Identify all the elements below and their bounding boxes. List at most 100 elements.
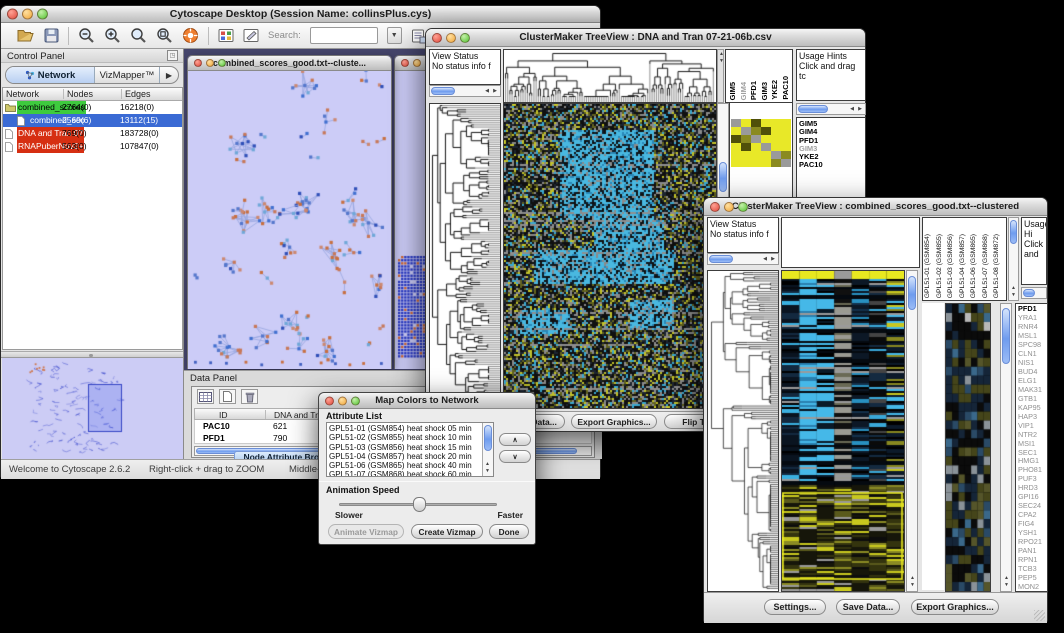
row-dendrogram-canvas[interactable] (708, 271, 778, 591)
new-attribute-icon[interactable] (219, 389, 236, 404)
export-graphics-button[interactable]: Export Graphics... (911, 599, 999, 615)
close-icon[interactable] (7, 9, 18, 20)
view-status-hscrollbar[interactable]: ◀▶ (707, 253, 779, 265)
tab-overflow-arrow[interactable]: ▶ (160, 67, 178, 83)
attribute-list-item[interactable]: GPL51-07 (GSM868) heat shock 60 min (329, 470, 480, 477)
matrix-cell[interactable] (761, 143, 771, 151)
tab-network[interactable]: Network (6, 67, 95, 83)
edit-network-icon[interactable] (243, 28, 259, 43)
row-dendrogram-canvas[interactable] (430, 104, 500, 408)
zoom-out-icon[interactable] (78, 27, 95, 44)
network-view-canvas-1[interactable] (188, 71, 391, 369)
save-session-icon[interactable] (44, 28, 59, 43)
matrix-cell[interactable] (731, 135, 741, 143)
attribute-list-vscrollbar[interactable]: ▲▼ (482, 423, 493, 476)
close-icon[interactable] (194, 59, 202, 67)
matrix-cell[interactable] (781, 127, 791, 135)
minimize-icon[interactable] (22, 9, 33, 20)
attribute-select-icon[interactable] (197, 389, 214, 404)
zoom-heatmap-canvas[interactable] (946, 304, 990, 591)
float-panel-icon[interactable]: ◳ (167, 50, 178, 61)
move-down-button[interactable]: ∨ (499, 450, 531, 463)
matrix-cell[interactable] (751, 119, 761, 127)
column-dendrogram-canvas[interactable] (504, 50, 716, 102)
zoom-in-icon[interactable] (104, 27, 121, 44)
matrix-cell[interactable] (751, 143, 761, 151)
zoom-window-icon[interactable] (218, 59, 226, 67)
animate-vizmap-button[interactable]: Animate Vizmap (328, 524, 404, 539)
matrix-cell[interactable] (771, 127, 781, 135)
matrix-cell[interactable] (741, 159, 751, 167)
save-data-button[interactable]: Save Data... (836, 599, 900, 615)
matrix-cell[interactable] (761, 119, 771, 127)
column-labels-vscrollbar[interactable]: ▲▼ (1008, 217, 1019, 301)
matrix-cell[interactable] (761, 127, 771, 135)
zoom-window-icon[interactable] (738, 202, 748, 212)
done-button[interactable]: Done (489, 524, 529, 539)
column-header[interactable]: Nodes (63, 89, 93, 99)
window-controls[interactable] (7, 9, 48, 20)
close-icon[interactable] (432, 33, 442, 43)
delete-attribute-icon[interactable] (241, 389, 258, 404)
network-overview-canvas[interactable] (2, 358, 183, 459)
matrix-cell[interactable] (751, 127, 761, 135)
matrix-cell[interactable] (771, 151, 781, 159)
open-session-icon[interactable] (17, 28, 35, 43)
close-icon[interactable] (710, 202, 720, 212)
export-graphics-button[interactable]: Export Graphics... (571, 414, 657, 429)
matrix-cell[interactable] (751, 151, 761, 159)
tab-vizmapper[interactable]: VizMapper™ (95, 67, 160, 83)
network-list-row[interactable]: DNA and Tran 07769(0)183728(0) (3, 127, 182, 140)
search-input[interactable] (310, 27, 378, 44)
slider-thumb[interactable] (413, 497, 426, 512)
matrix-cell[interactable] (771, 143, 781, 151)
matrix-cell[interactable] (781, 151, 791, 159)
main-titlebar[interactable]: Cytoscape Desktop (Session Name: collins… (1, 6, 600, 23)
attribute-list-item[interactable]: GPL51-03 (GSM856) heat shock 15 min (329, 443, 480, 452)
help-lifering-icon[interactable] (182, 27, 199, 44)
column-header[interactable]: Network (6, 89, 39, 99)
heatmap-canvas[interactable] (782, 271, 904, 591)
view-status-hscrollbar[interactable]: ◀▶ (429, 85, 501, 97)
matrix-cell[interactable] (761, 151, 771, 159)
network-list-row[interactable]: combined_scores2764(0)16218(0) (3, 101, 182, 114)
zoom-window-icon[interactable] (460, 33, 470, 43)
column-header[interactable]: Edges (121, 89, 151, 99)
attribute-listbox[interactable]: GPL51-01 (GSM854) heat shock 05 minGPL51… (326, 422, 494, 477)
zoom-selected-icon[interactable] (156, 27, 173, 44)
matrix-cell[interactable] (731, 143, 741, 151)
treeview2-titlebar[interactable]: ClusterMaker TreeView : combined_scores_… (704, 198, 1047, 216)
vizmapper-panel-icon[interactable] (218, 28, 234, 43)
matrix-cell[interactable] (761, 159, 771, 167)
attribute-list-item[interactable]: GPL51-06 (GSM865) heat shock 40 min (329, 461, 480, 470)
network-table-header[interactable]: Network Nodes Edges (3, 88, 182, 101)
heatmap-canvas[interactable] (504, 104, 716, 408)
minimize-icon[interactable] (724, 202, 734, 212)
matrix-cell[interactable] (771, 135, 781, 143)
heatmap-vscrollbar[interactable]: ▲▼ (906, 270, 918, 592)
attribute-list-item[interactable]: GPL51-01 (GSM854) heat shock 05 min (329, 424, 480, 433)
settings-button[interactable]: Settings... (764, 599, 826, 615)
minimize-icon[interactable] (446, 33, 456, 43)
minimize-icon[interactable] (338, 396, 347, 405)
matrix-cell[interactable] (751, 135, 761, 143)
panel-resize-divider[interactable] (1, 351, 184, 358)
matrix-cell[interactable] (731, 151, 741, 159)
dendrogram-scroll-strip[interactable]: ▲▼ (717, 49, 724, 103)
matrix-cell[interactable] (781, 135, 791, 143)
matrix-cell[interactable] (771, 159, 781, 167)
matrix-cell[interactable] (781, 119, 791, 127)
matrix-cell[interactable] (781, 143, 791, 151)
zoom-fit-icon[interactable] (130, 27, 147, 44)
resize-grip[interactable] (1034, 610, 1045, 621)
attribute-list-item[interactable]: GPL51-02 (GSM855) heat shock 10 min (329, 433, 480, 442)
move-up-button[interactable]: ∧ (499, 433, 531, 446)
close-icon[interactable] (401, 59, 409, 67)
network-list-row[interactable]: combined_sco2569(6)13112(15) (3, 114, 182, 127)
matrix-cell[interactable] (761, 135, 771, 143)
attribute-list-item[interactable]: GPL51-04 (GSM857) heat shock 20 min (329, 452, 480, 461)
minimize-icon[interactable] (206, 59, 214, 67)
matrix-cell[interactable] (771, 119, 781, 127)
matrix-cell[interactable] (741, 127, 751, 135)
matrix-cell[interactable] (731, 127, 741, 135)
